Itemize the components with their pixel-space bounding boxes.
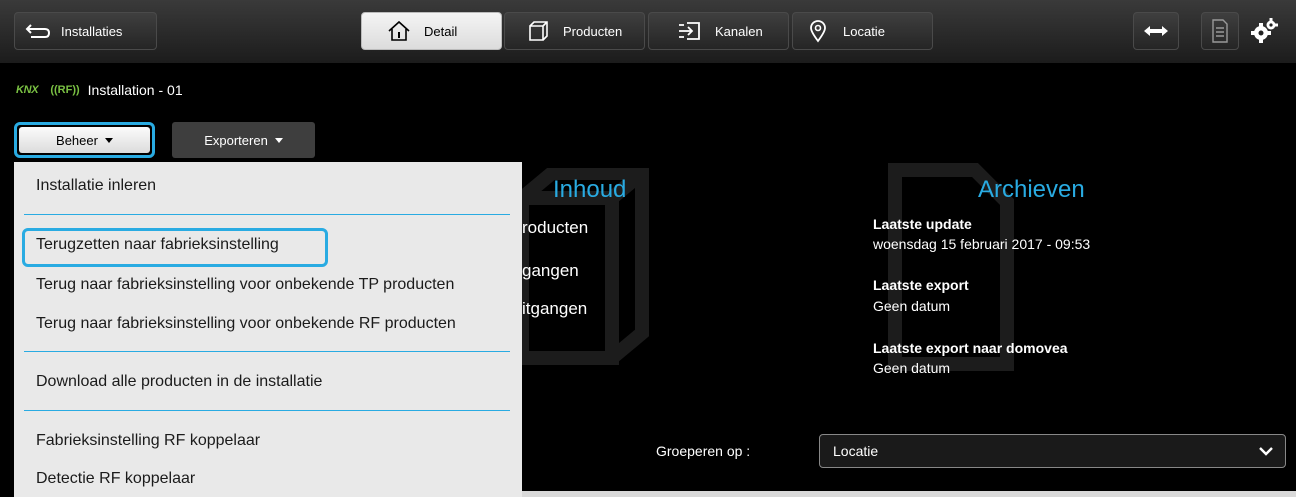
exporteren-button[interactable]: Exporteren [172,122,315,158]
inhoud-item: itgangen [522,299,588,318]
menu-item-reset-unknown-tp[interactable]: Terug naar fabrieksinstelling voor onbek… [36,276,454,294]
home-icon [386,19,412,43]
menu-divider [24,214,510,215]
tab-locatie-label: Locatie [843,23,885,39]
tab-locatie[interactable]: Locatie [792,12,933,50]
beheer-label: Beheer [56,132,98,148]
document-button[interactable] [1201,12,1239,50]
tab-detail-label: Detail [424,23,458,39]
back-button-label: Installaties [61,23,123,39]
menu-item-reset-unknown-rf[interactable]: Terug naar fabrieksinstelling voor onbek… [36,315,456,333]
menu-item-detect-rf-coupler[interactable]: Detectie RF koppelaar [36,470,195,488]
beheer-highlight: Beheer [14,122,155,158]
caret-down-icon [104,137,113,143]
gears-icon [1250,18,1278,44]
tab-kanalen-label: Kanalen [715,23,763,39]
tab-kanalen[interactable]: Kanalen [648,12,789,50]
top-navigation-bar: Installaties Detail Producten Kanalen Lo… [0,0,1296,63]
archive-label: Laatste update [873,216,972,232]
menu-divider [24,351,510,352]
menu-item-installatie-inleren[interactable]: Installatie inleren [36,177,156,195]
back-arrow-icon [25,19,51,43]
archive-value: woensdag 15 februari 2017 - 09:53 [873,236,1091,252]
menu-divider [24,410,510,411]
document-icon [1211,19,1229,43]
chevron-down-icon [1259,447,1273,456]
tab-producten-label: Producten [563,23,623,39]
group-by-label: Groeperen op : [656,443,751,459]
link-button[interactable] [1133,12,1179,50]
rf-icon: ((RF)) [50,84,80,96]
archieven-title: Archieven [978,176,1085,203]
inhoud-title: Inhoud [553,176,627,203]
installation-header: KNX ((RF)) Installation - 01 [16,82,183,98]
archive-label: Laatste export naar domovea [873,340,1068,356]
menu-item-factory-reset-rf-coupler[interactable]: Fabrieksinstelling RF koppelaar [36,432,260,450]
archive-value: Geen datum [873,360,951,376]
settings-button[interactable] [1244,12,1284,50]
installation-title: Installation - 01 [87,82,183,98]
menu-item-download-all[interactable]: Download alle producten in de installati… [36,373,322,391]
group-by-value: Locatie [833,443,879,459]
inhoud-item: roducten [522,218,589,237]
beheer-dropdown-menu: Installatie inleren Terugzetten naar fab… [14,162,522,497]
box-icon [525,19,551,43]
link-arrows-icon [1143,25,1169,37]
beheer-button[interactable]: Beheer [19,127,150,153]
exporteren-label: Exporteren [204,132,268,148]
channel-icon [677,19,703,43]
back-to-installations-button[interactable]: Installaties [14,12,157,50]
tab-detail[interactable]: Detail [361,12,502,50]
group-by-select[interactable]: Locatie [819,434,1286,468]
archive-label: Laatste export [873,277,969,293]
tab-producten[interactable]: Producten [504,12,645,50]
content-divider [522,491,1296,497]
inhoud-item: gangen [522,261,579,280]
knx-logo: KNX [16,84,39,96]
archive-value: Geen datum [873,298,951,314]
menu-item-terugzetten-fabrieksinstelling[interactable]: Terugzetten naar fabrieksinstelling [36,236,279,254]
caret-down-icon [274,137,283,143]
location-pin-icon [805,19,831,43]
